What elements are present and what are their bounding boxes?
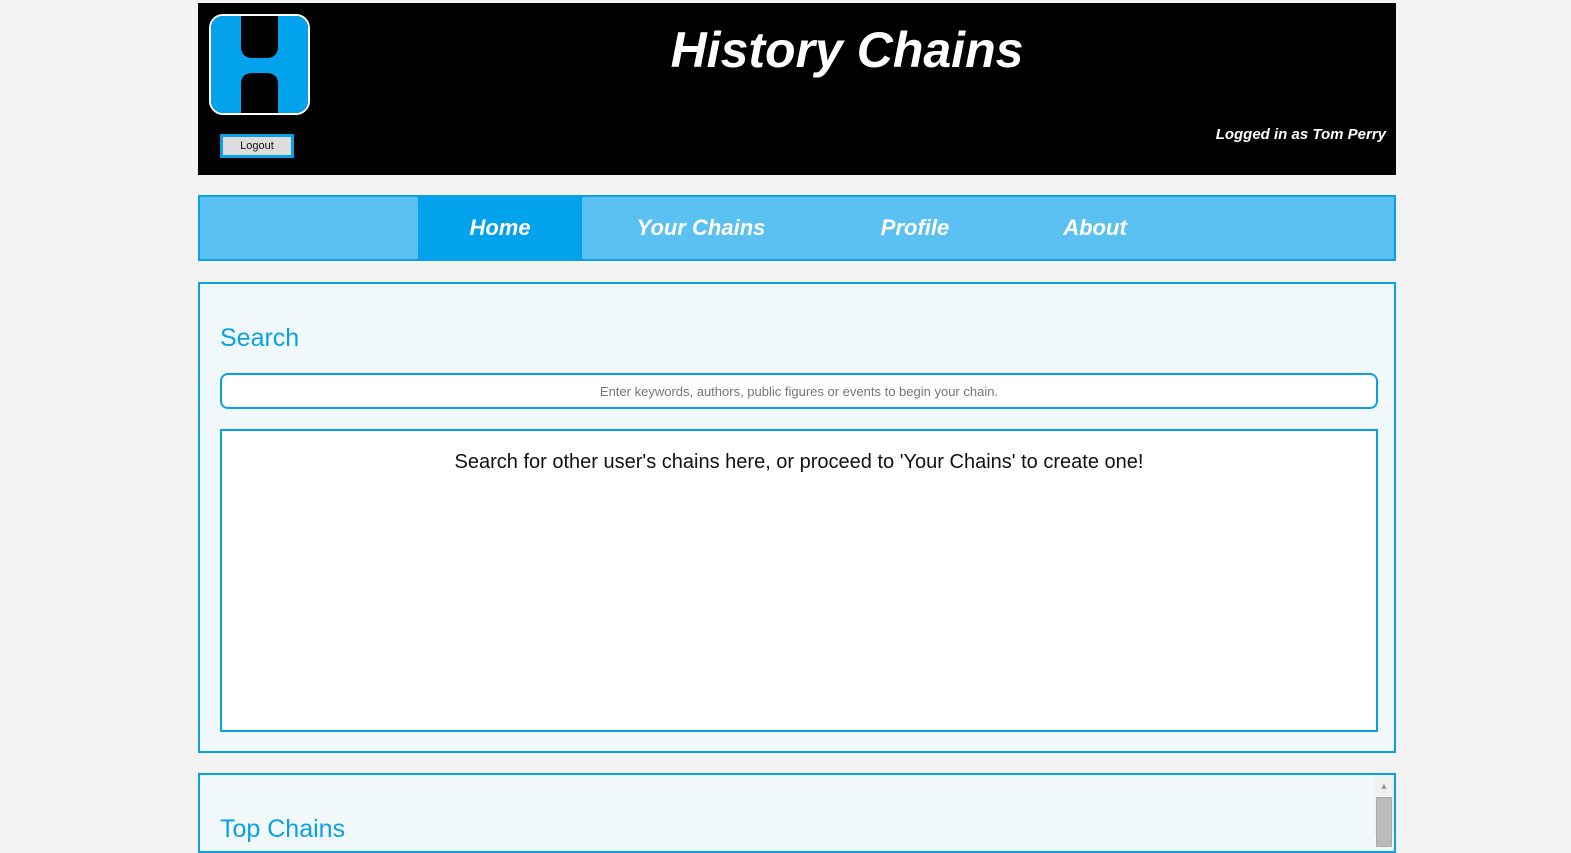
search-heading: Search — [220, 324, 300, 352]
nav-about[interactable]: About — [1020, 197, 1170, 259]
top-chains-panel: Top Chains ▲ — [198, 773, 1396, 853]
top-chains-heading: Top Chains — [220, 815, 346, 843]
nav-home[interactable]: Home — [418, 197, 582, 259]
scroll-up-icon[interactable]: ▲ — [1374, 781, 1394, 791]
header: Logout History Chains Logged in as Tom P… — [198, 3, 1396, 175]
results-message: Search for other user's chains here, or … — [454, 451, 1144, 473]
search-input[interactable] — [220, 373, 1378, 409]
nav-profile[interactable]: Profile — [840, 197, 990, 259]
scrollbar[interactable]: ▲ — [1374, 775, 1394, 847]
site-title: History Chains — [670, 22, 1024, 78]
nav-your-chains[interactable]: Your Chains — [620, 197, 782, 259]
scroll-thumb[interactable] — [1376, 797, 1392, 847]
search-panel: Search Search for other user's chains he… — [198, 282, 1396, 753]
search-results: Search for other user's chains here, or … — [220, 429, 1378, 732]
logged-in-status: Logged in as Tom Perry — [1215, 126, 1386, 143]
logout-button[interactable]: Logout — [220, 134, 294, 158]
main-nav: Home Your Chains Profile About — [198, 195, 1396, 261]
